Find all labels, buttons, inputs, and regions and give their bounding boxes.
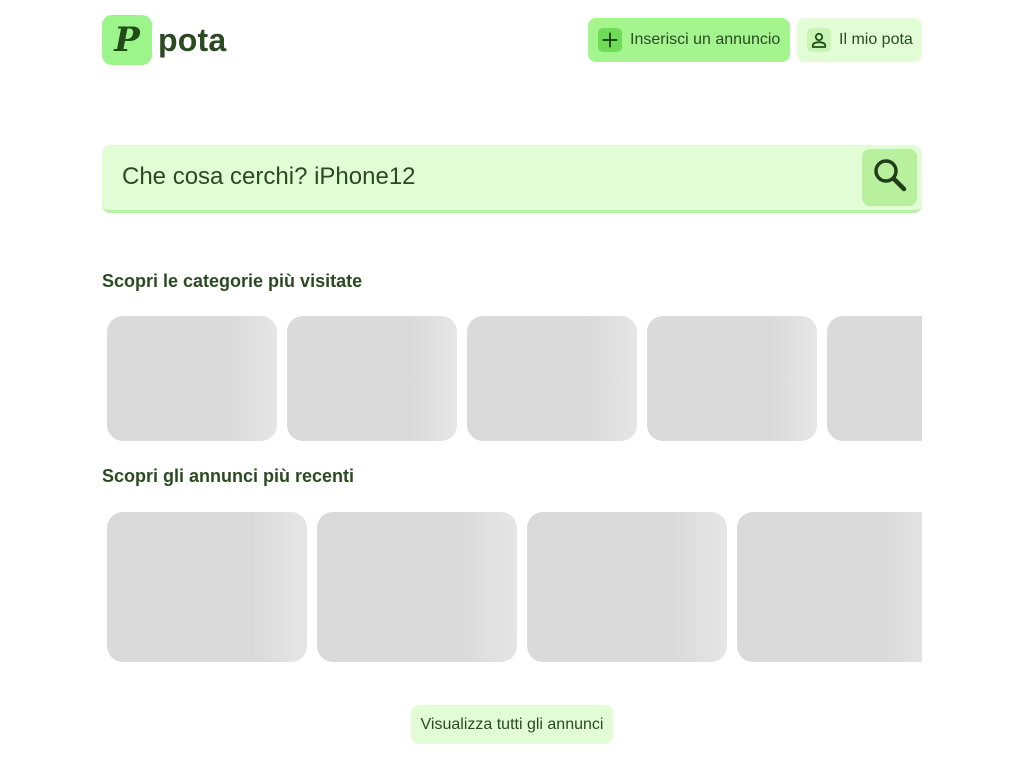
logo[interactable]: P pota [102, 15, 226, 65]
my-account-label: Il mio pota [839, 31, 913, 48]
listing-card[interactable] [107, 512, 307, 662]
search-button[interactable] [862, 149, 917, 206]
category-card[interactable] [107, 316, 277, 441]
search-bar [102, 145, 922, 213]
logo-mark: P [102, 15, 152, 65]
listing-card[interactable] [527, 512, 727, 662]
category-card[interactable] [647, 316, 817, 441]
insert-listing-button[interactable]: Inserisci un annuncio [588, 18, 790, 62]
search-input[interactable] [102, 145, 852, 209]
recent-listings-carousel[interactable] [102, 512, 922, 662]
categories-carousel[interactable] [102, 316, 922, 441]
listing-card[interactable] [737, 512, 922, 662]
plus-icon [598, 28, 622, 52]
category-card[interactable] [287, 316, 457, 441]
category-card[interactable] [467, 316, 637, 441]
insert-listing-label: Inserisci un annuncio [630, 31, 781, 48]
listing-card[interactable] [317, 512, 517, 662]
categories-section-title: Scopri le categorie più visitate [102, 271, 363, 291]
category-card[interactable] [827, 316, 922, 441]
view-all-listings-button[interactable]: Visualizza tutti gli annunci [411, 705, 613, 744]
my-account-button[interactable]: Il mio pota [797, 18, 922, 62]
logo-text: pota [158, 21, 227, 58]
user-icon [807, 28, 831, 52]
search-icon [872, 157, 908, 198]
recent-listings-section-title: Scopri gli annunci più recenti [102, 466, 355, 486]
